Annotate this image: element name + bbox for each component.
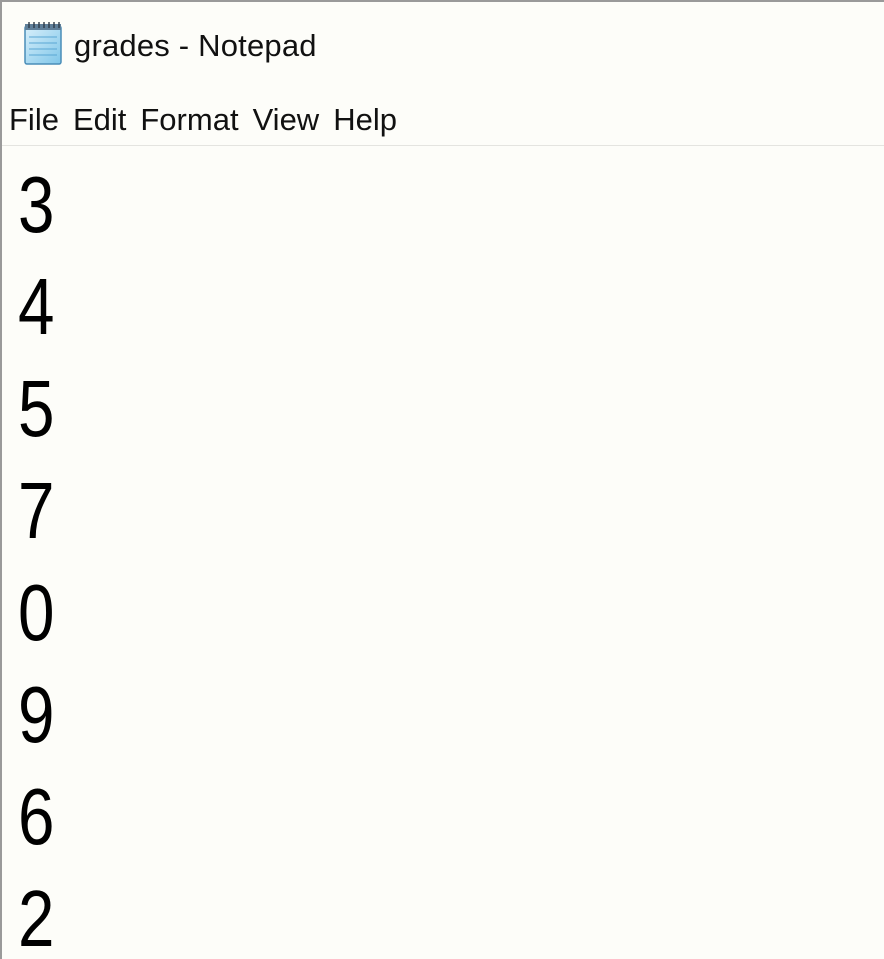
text-line: 2 xyxy=(18,874,55,959)
text-line: 5 xyxy=(18,364,55,453)
text-line: 9 xyxy=(18,670,55,759)
menu-view[interactable]: View xyxy=(253,98,320,138)
menu-edit[interactable]: Edit xyxy=(73,98,126,138)
text-editor-area[interactable]: 3 4 5 7 0 9 6 2 xyxy=(2,146,884,959)
notepad-icon xyxy=(24,22,62,65)
title-bar: grades - Notepad xyxy=(2,2,884,90)
text-line: 7 xyxy=(18,466,55,555)
menu-help[interactable]: Help xyxy=(333,98,397,138)
window-title: grades - Notepad xyxy=(74,28,317,63)
text-line: 4 xyxy=(18,262,55,351)
text-line: 6 xyxy=(18,772,55,861)
menu-format[interactable]: Format xyxy=(140,98,238,138)
text-line: 0 xyxy=(18,568,55,657)
notepad-window: grades - Notepad File Edit Format View H… xyxy=(0,0,884,959)
menu-file[interactable]: File xyxy=(9,98,59,138)
menu-bar: File Edit Format View Help xyxy=(2,90,884,146)
text-line: 3 xyxy=(18,160,55,249)
